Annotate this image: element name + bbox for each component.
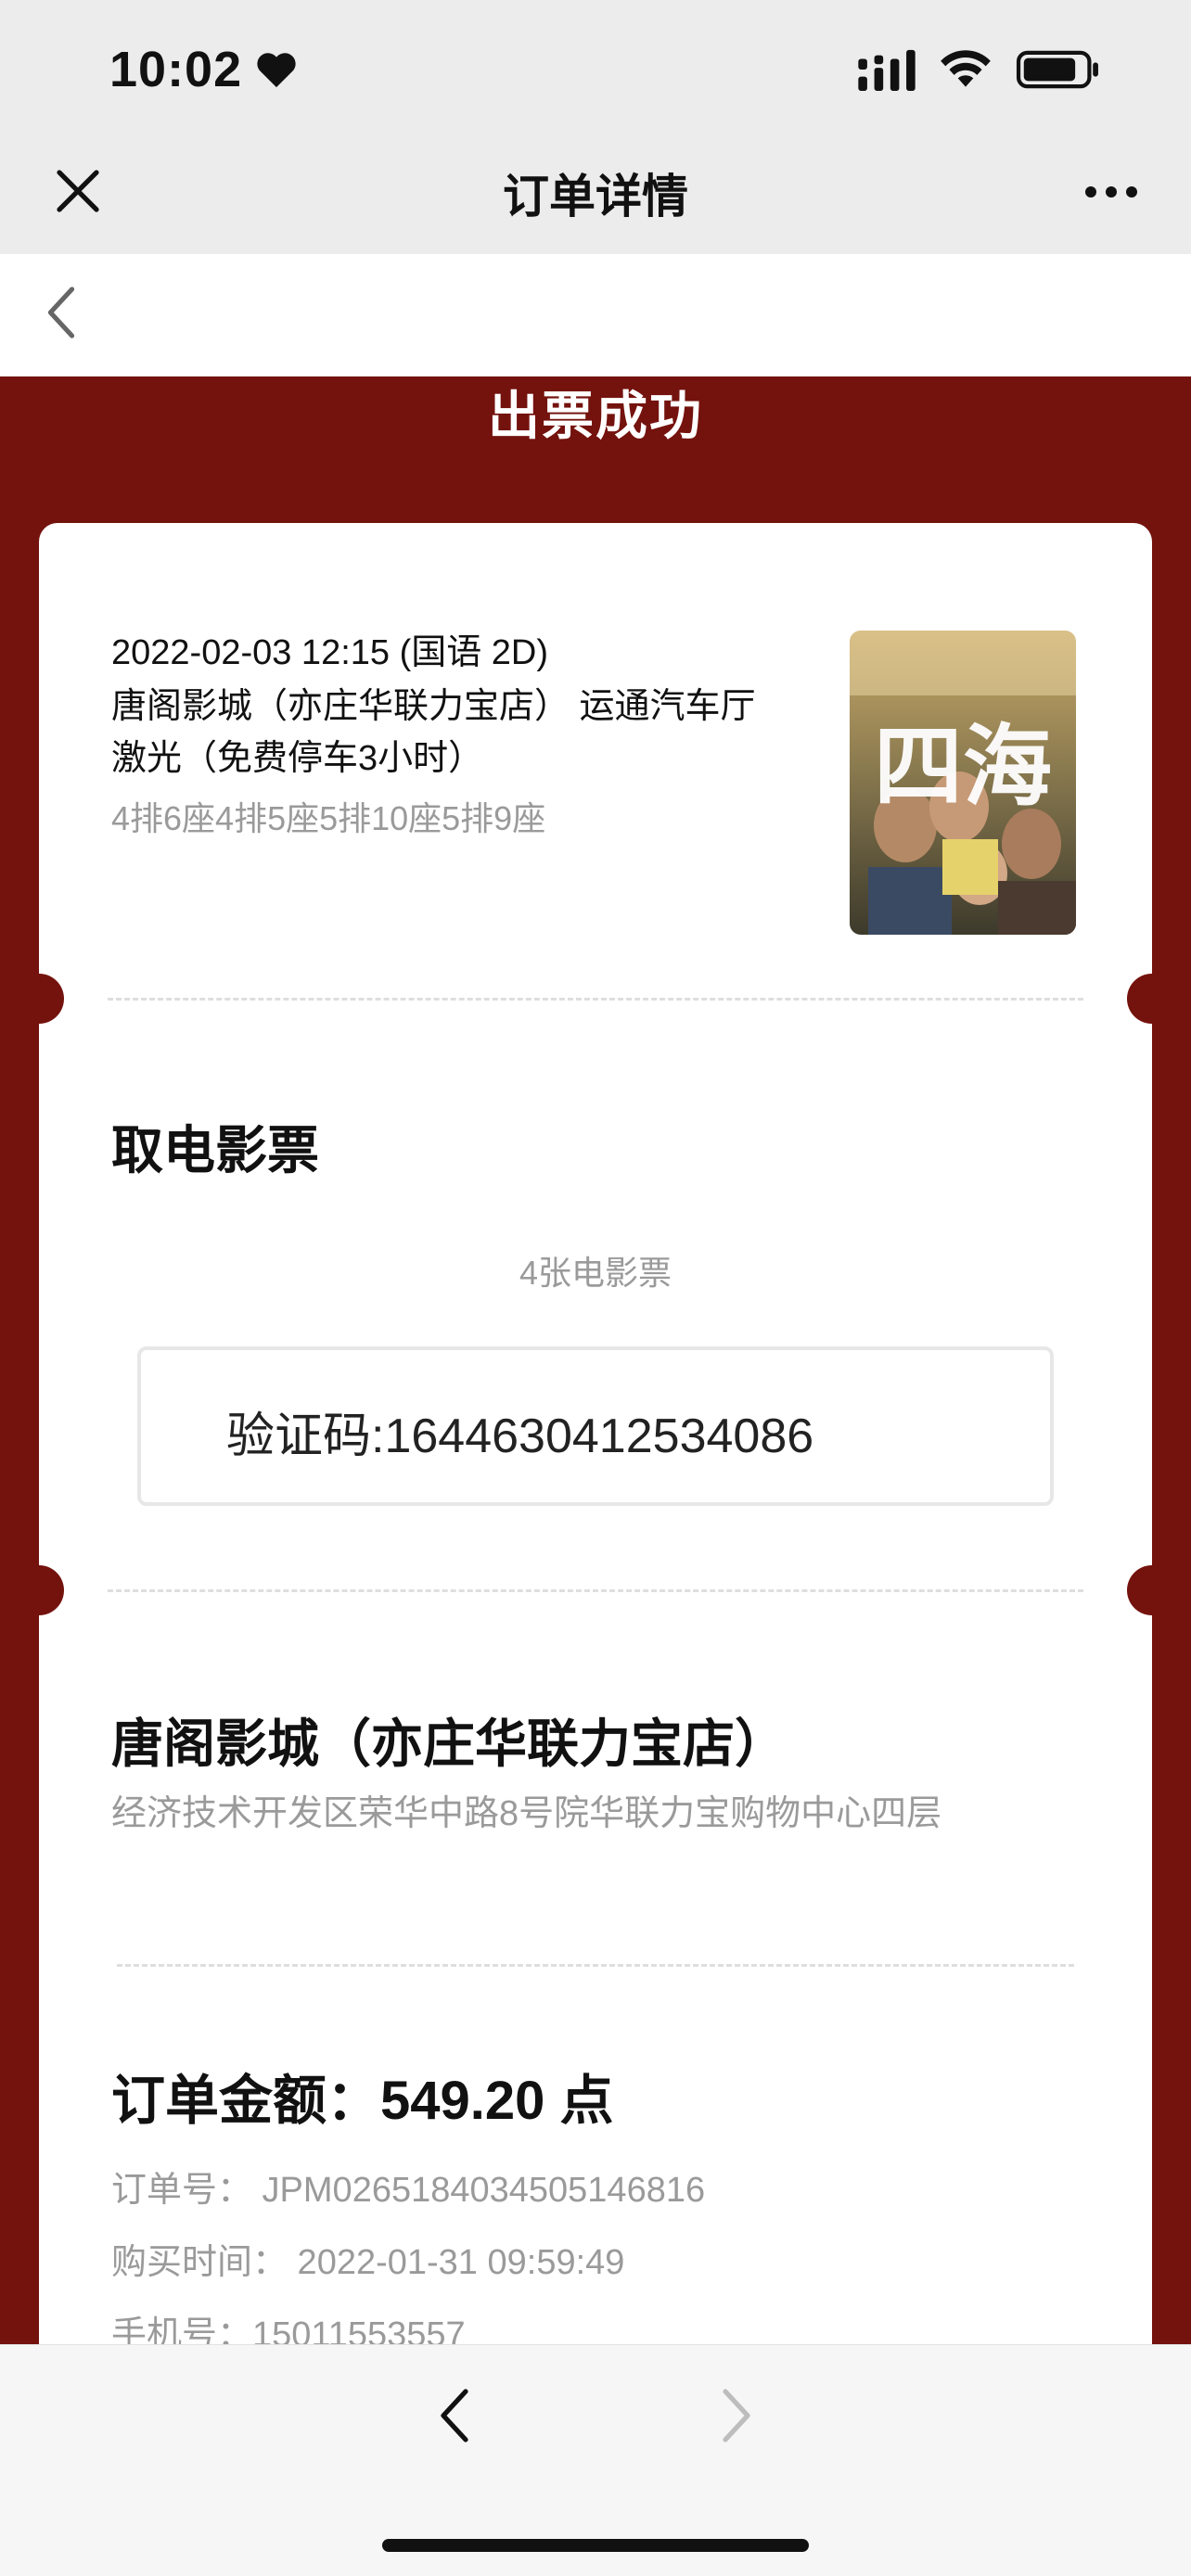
order-amount: 订单金额：549.20 点 xyxy=(111,2071,614,2131)
back-bar xyxy=(0,254,1191,376)
ticket-notch-left xyxy=(14,974,64,1024)
hall-note: 激光（免费停车3小时） xyxy=(111,739,484,778)
order-number: 订单号： JPM0265184034505146816 xyxy=(111,2171,706,2210)
chevron-left-icon[interactable] xyxy=(436,2387,473,2444)
verification-code: 验证码:1644630412534086 xyxy=(226,1409,814,1463)
cinema-hall: 唐阁影城（亦庄华联力宝店） 运通汽车厅 xyxy=(111,687,756,726)
movie-poster[interactable]: 四海 xyxy=(850,631,1076,935)
seat-list: 4排6座4排5座5排10座5排9座 xyxy=(111,799,546,837)
show-time: 2022-02-03 12:15 (国语 2D) xyxy=(111,633,549,672)
more-icon[interactable] xyxy=(1083,184,1139,200)
cellular-signal-icon xyxy=(858,49,916,91)
ticket-notch-right xyxy=(1127,974,1177,1024)
pickup-title: 取电影票 xyxy=(111,1121,319,1180)
poster-title: 四海 xyxy=(874,714,1052,819)
battery-icon xyxy=(1016,50,1098,89)
home-indicator xyxy=(382,2539,809,2552)
ticket-notch-right xyxy=(1127,1565,1177,1615)
page-title: 订单详情 xyxy=(503,171,688,223)
chevron-right-icon[interactable] xyxy=(718,2387,755,2444)
chevron-left-icon[interactable] xyxy=(43,286,80,339)
divider xyxy=(108,998,1083,1001)
cinema-name: 唐阁影城（亦庄华联力宝店） xyxy=(111,1715,787,1773)
cinema-address: 经济技术开发区荣华中路8号院华联力宝购物中心四层 xyxy=(111,1794,942,1833)
heart-icon xyxy=(257,53,296,88)
purchase-time: 购买时间： 2022-01-31 09:59:49 xyxy=(111,2243,625,2282)
divider xyxy=(117,1964,1074,1967)
divider xyxy=(108,1589,1083,1592)
ticket-count: 4张电影票 xyxy=(519,1254,672,1292)
wifi-icon xyxy=(941,50,991,87)
ticket-notch-left xyxy=(14,1565,64,1615)
success-title: 出票成功 xyxy=(488,387,703,445)
status-time: 10:02 xyxy=(109,42,243,97)
